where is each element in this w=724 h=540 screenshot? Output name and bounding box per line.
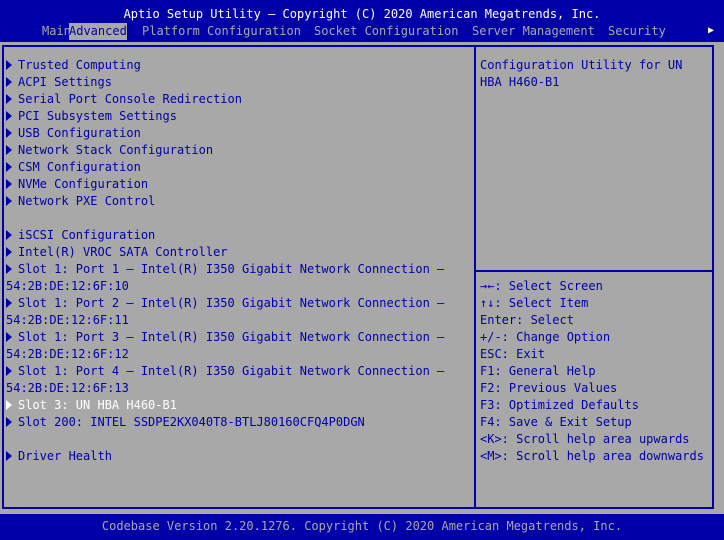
tab-server-management[interactable]: Server Management bbox=[472, 23, 595, 40]
menu-item-vroc-sata-controller[interactable]: Intel(R) VROC SATA Controller bbox=[6, 244, 228, 261]
menu-item-driver-health[interactable]: Driver Health bbox=[6, 448, 112, 465]
submenu-arrow-icon bbox=[6, 247, 12, 257]
menu-item-serial-port-console-redirection[interactable]: Serial Port Console Redirection bbox=[6, 91, 242, 108]
submenu-arrow-icon bbox=[6, 60, 12, 70]
submenu-arrow-icon bbox=[6, 451, 12, 461]
menu-item-label: Network Stack Configuration bbox=[18, 143, 214, 157]
submenu-arrow-icon bbox=[6, 111, 12, 121]
submenu-arrow-icon bbox=[6, 230, 12, 240]
menu-item-slot1-port1[interactable]: Slot 1: Port 1 – Intel(R) I350 Gigabit N… bbox=[6, 261, 444, 278]
key-help-select-screen: →←: Select Screen bbox=[480, 279, 603, 293]
menu-item-mac-address: 54:2B:DE:12:6F:12 bbox=[6, 347, 129, 361]
menu-item-label: CSM Configuration bbox=[18, 160, 141, 174]
menu-item-label: NVMe Configuration bbox=[18, 177, 149, 191]
tab-socket-configuration[interactable]: Socket Configuration bbox=[314, 23, 459, 40]
menu-item-label: Slot 1: Port 1 – Intel(R) I350 Gigabit N… bbox=[18, 262, 445, 276]
submenu-arrow-icon bbox=[6, 264, 12, 274]
menu-item-nvme-configuration[interactable]: NVMe Configuration bbox=[6, 176, 148, 193]
submenu-arrow-icon bbox=[6, 366, 12, 376]
menu-item-slot1-port3[interactable]: Slot 1: Port 3 – Intel(R) I350 Gigabit N… bbox=[6, 329, 444, 346]
menu-item-pci-subsystem-settings[interactable]: PCI Subsystem Settings bbox=[6, 108, 177, 125]
menu-item-label: iSCSI Configuration bbox=[18, 228, 156, 242]
footer-copyright: Codebase Version 2.20.1276. Copyright (C… bbox=[101, 519, 623, 533]
menu-item-network-stack-configuration[interactable]: Network Stack Configuration bbox=[6, 142, 213, 159]
menu-item-label: Serial Port Console Redirection bbox=[18, 92, 242, 106]
menu-item-csm-configuration[interactable]: CSM Configuration bbox=[6, 159, 141, 176]
key-help-enter: Enter: Select bbox=[480, 313, 574, 327]
right-arrow-icon[interactable]: ▶ bbox=[708, 22, 714, 39]
key-help-previous-values: F2: Previous Values bbox=[480, 381, 618, 395]
key-help-save-exit: F4: Save & Exit Setup bbox=[480, 415, 632, 429]
tab-security[interactable]: Security bbox=[608, 23, 666, 40]
menu-item-label: Slot 200: INTEL SSDPE2KX040T8-BTLJ80160C… bbox=[18, 415, 365, 429]
menu-item-slot1-port2[interactable]: Slot 1: Port 2 – Intel(R) I350 Gigabit N… bbox=[6, 295, 444, 312]
menu-item-mac-address: 54:2B:DE:12:6F:10 bbox=[6, 279, 129, 293]
submenu-arrow-icon bbox=[6, 417, 12, 427]
menu-item-label: Driver Health bbox=[18, 449, 112, 463]
menu-item-usb-configuration[interactable]: USB Configuration bbox=[6, 125, 141, 142]
main-panel: Trusted Computing ACPI Settings Serial P… bbox=[0, 42, 724, 514]
menu-item-mac-address: 54:2B:DE:12:6F:11 bbox=[6, 313, 129, 327]
menu-item-label: Slot 1: Port 3 – Intel(R) I350 Gigabit N… bbox=[18, 330, 445, 344]
panel-divider bbox=[474, 45, 476, 509]
menu-item-mac-address: 54:2B:DE:12:6F:13 bbox=[6, 381, 129, 395]
submenu-arrow-icon bbox=[6, 298, 12, 308]
submenu-arrow-icon bbox=[6, 94, 12, 104]
menu-item-slot1-port4[interactable]: Slot 1: Port 4 – Intel(R) I350 Gigabit N… bbox=[6, 363, 444, 380]
menu-item-label: USB Configuration bbox=[18, 126, 141, 140]
tab-advanced[interactable]: Advanced bbox=[69, 23, 127, 40]
menu-item-trusted-computing[interactable]: Trusted Computing bbox=[6, 57, 141, 74]
menu-item-label: Slot 1: Port 4 – Intel(R) I350 Gigabit N… bbox=[18, 364, 445, 378]
key-help-optimized-defaults: F3: Optimized Defaults bbox=[480, 398, 639, 412]
menu-item-slot200-ssd[interactable]: Slot 200: INTEL SSDPE2KX040T8-BTLJ80160C… bbox=[6, 414, 365, 431]
key-help-change-option: +/-: Change Option bbox=[480, 330, 611, 344]
key-help-select-item: ↑↓: Select Item bbox=[480, 296, 589, 310]
submenu-arrow-icon bbox=[6, 128, 12, 138]
submenu-arrow-icon bbox=[6, 196, 12, 206]
app-title: Aptio Setup Utility – Copyright (C) 2020… bbox=[123, 7, 601, 21]
tab-bar: Main Advanced Platform Configuration Soc… bbox=[0, 22, 724, 40]
menu-item-label: Intel(R) VROC SATA Controller bbox=[18, 245, 228, 259]
menu-item-slot3-hba[interactable]: Slot 3: UN HBA H460-B1 bbox=[6, 397, 177, 414]
menu-item-label: Slot 1: Port 2 – Intel(R) I350 Gigabit N… bbox=[18, 296, 445, 310]
key-help-general-help: F1: General Help bbox=[480, 364, 596, 378]
submenu-arrow-icon bbox=[6, 179, 12, 189]
help-separator bbox=[476, 270, 714, 272]
submenu-arrow-icon bbox=[6, 400, 12, 410]
menu-item-label: Trusted Computing bbox=[18, 58, 141, 72]
menu-item-label: Slot 3: UN HBA H460-B1 bbox=[18, 398, 177, 412]
menu-item-acpi-settings[interactable]: ACPI Settings bbox=[6, 74, 112, 91]
submenu-arrow-icon bbox=[6, 332, 12, 342]
menu-item-label: Network PXE Control bbox=[18, 194, 156, 208]
key-help-scroll-up: <K>: Scroll help area upwards bbox=[480, 432, 690, 446]
submenu-arrow-icon bbox=[6, 145, 12, 155]
submenu-arrow-icon bbox=[6, 162, 12, 172]
menu-item-network-pxe-control[interactable]: Network PXE Control bbox=[6, 193, 155, 210]
tab-main[interactable]: Main bbox=[42, 23, 71, 40]
key-help-scroll-down: <M>: Scroll help area downwards bbox=[480, 449, 704, 463]
menu-item-label: ACPI Settings bbox=[18, 75, 112, 89]
menu-item-iscsi-configuration[interactable]: iSCSI Configuration bbox=[6, 227, 155, 244]
tab-platform-configuration[interactable]: Platform Configuration bbox=[142, 23, 301, 40]
key-help-exit: ESC: Exit bbox=[480, 347, 546, 361]
submenu-arrow-icon bbox=[6, 77, 12, 87]
footer-bar: Codebase Version 2.20.1276. Copyright (C… bbox=[0, 514, 724, 540]
help-description: Configuration Utility for UN HBA H460-B1 bbox=[480, 58, 683, 89]
menu-item-label: PCI Subsystem Settings bbox=[18, 109, 177, 123]
